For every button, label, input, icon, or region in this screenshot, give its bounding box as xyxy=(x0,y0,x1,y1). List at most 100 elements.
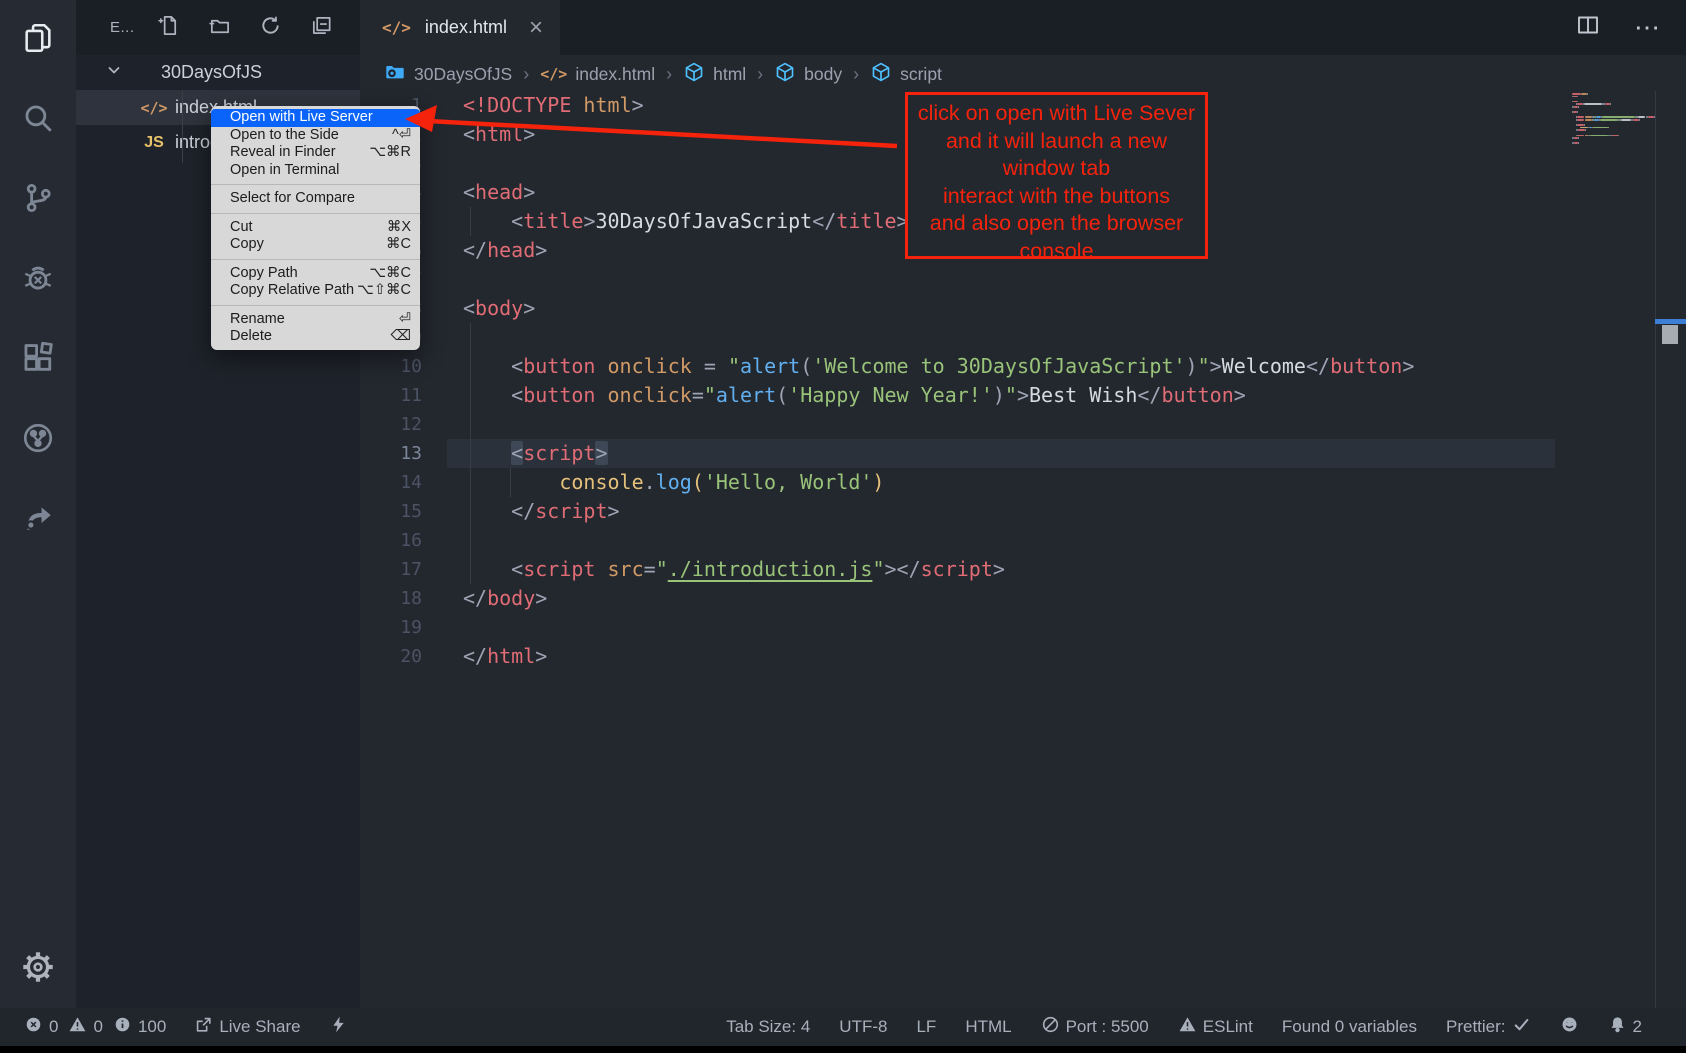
code-line-8[interactable]: 8<body> xyxy=(360,294,1686,323)
status-tab-size-4[interactable]: Tab Size: 4 xyxy=(726,1017,810,1037)
new-folder-icon[interactable] xyxy=(208,14,231,42)
status-lightning[interactable] xyxy=(329,1015,348,1039)
more-actions-icon[interactable]: ⋯ xyxy=(1634,12,1662,43)
indent-guide xyxy=(510,468,511,497)
menu-item-delete[interactable]: Delete⌫ xyxy=(211,328,420,346)
collapse-all-icon[interactable] xyxy=(310,14,333,42)
code-line-17[interactable]: 17 <script src="./introduction.js"></scr… xyxy=(360,555,1686,584)
code-line-19[interactable]: 19 xyxy=(360,613,1686,642)
status-lf[interactable]: LF xyxy=(916,1017,936,1037)
menu-item-copy-relative-path[interactable]: Copy Relative Path⌥⇧⌘C xyxy=(211,282,420,300)
code-line-20[interactable]: 20</html> xyxy=(360,642,1686,671)
tab-close-icon[interactable]: × xyxy=(529,16,543,40)
line-number: 11 xyxy=(360,381,422,410)
status-label: 100 xyxy=(138,1017,166,1037)
code-text: <html> xyxy=(463,120,535,149)
status-0[interactable]: 0 xyxy=(68,1015,102,1039)
menu-item-reveal-in-finder[interactable]: Reveal in Finder⌥⌘R xyxy=(211,144,420,162)
status-2[interactable]: 2 xyxy=(1608,1015,1642,1039)
menu-item-label: Open in Terminal xyxy=(230,162,339,180)
status-eslint[interactable]: ESLint xyxy=(1178,1015,1253,1039)
activity-remote[interactable] xyxy=(0,400,76,480)
activity-run-debug[interactable] xyxy=(0,240,76,320)
settings-gear-button[interactable] xyxy=(0,949,76,990)
menu-separator xyxy=(211,305,420,306)
split-editor-icon[interactable] xyxy=(1576,13,1600,42)
code-text: <button onclick = "alert('Welcome to 30D… xyxy=(463,352,1414,381)
breadcrumb-script[interactable]: script xyxy=(870,61,942,88)
status-100[interactable]: 100 xyxy=(113,1015,166,1039)
code-line-14[interactable]: 14 console.log('Hello, World') xyxy=(360,468,1686,497)
line-number: 13 xyxy=(360,439,422,468)
code-line-15[interactable]: 15 </script> xyxy=(360,497,1686,526)
activity-source-control[interactable] xyxy=(0,160,76,240)
menu-item-rename[interactable]: Rename⏎ xyxy=(211,311,420,329)
breadcrumb-label: index.html xyxy=(575,64,655,85)
menu-item-cut[interactable]: Cut⌘X xyxy=(211,219,420,237)
activity-explorer[interactable] xyxy=(0,0,76,80)
breadcrumb-label: body xyxy=(804,64,842,85)
code-line-11[interactable]: 11 <button onclick="alert('Happy New Yea… xyxy=(360,381,1686,410)
menu-item-select-for-compare[interactable]: Select for Compare xyxy=(211,190,420,208)
status-found-0-variables[interactable]: Found 0 variables xyxy=(1282,1017,1417,1037)
code-line-13[interactable]: 13 <script> xyxy=(360,439,1686,468)
menu-item-label: Cut xyxy=(230,219,253,237)
cube-icon xyxy=(870,61,892,88)
warning-filled-icon xyxy=(68,1015,87,1039)
menu-item-open-in-terminal[interactable]: Open in Terminal xyxy=(211,162,420,180)
minimap[interactable] xyxy=(1572,93,1656,153)
status-utf-8[interactable]: UTF-8 xyxy=(839,1017,887,1037)
tree-root-folder[interactable]: 30DaysOfJS xyxy=(76,55,360,90)
cube-icon xyxy=(774,61,796,88)
status-port-5500[interactable]: Port : 5500 xyxy=(1041,1015,1149,1039)
code-line-7[interactable]: 7 xyxy=(360,265,1686,294)
menu-item-shortcut: ⌘C xyxy=(386,236,411,254)
settings-gear-icon xyxy=(20,949,56,990)
code-line-18[interactable]: 18</body> xyxy=(360,584,1686,613)
code-line-10[interactable]: 10 <button onclick = "alert('Welcome to … xyxy=(360,352,1686,381)
status-html[interactable]: HTML xyxy=(965,1017,1011,1037)
refresh-icon[interactable] xyxy=(259,14,282,42)
status-label: UTF-8 xyxy=(839,1017,887,1037)
code-text: console.log('Hello, World') xyxy=(463,468,884,497)
cube-icon xyxy=(683,61,705,88)
menu-item-shortcut: ⌥⌘R xyxy=(369,144,411,162)
menu-item-label: Copy Path xyxy=(230,265,298,283)
tab-strip: </> index.html × ⋯ xyxy=(360,0,1686,55)
breadcrumb-label: html xyxy=(713,64,746,85)
menu-item-open-to-the-side[interactable]: Open to the Side^⏎ xyxy=(211,127,420,145)
menu-item-label: Copy Relative Path xyxy=(230,282,354,300)
html-file-icon: </> xyxy=(382,18,411,37)
line-number: 18 xyxy=(360,584,422,613)
warning-filled-icon xyxy=(1178,1015,1197,1039)
breadcrumb-html[interactable]: html xyxy=(683,61,746,88)
status-live-share[interactable]: Live Share xyxy=(194,1015,300,1039)
menu-item-copy[interactable]: Copy⌘C xyxy=(211,236,420,254)
tab-index-html[interactable]: </> index.html × xyxy=(360,0,560,55)
status-smiley[interactable] xyxy=(1560,1015,1579,1039)
activity-extensions[interactable] xyxy=(0,320,76,400)
menu-item-copy-path[interactable]: Copy Path⌥⌘C xyxy=(211,265,420,283)
code-line-9[interactable]: 9 xyxy=(360,323,1686,352)
code-line-12[interactable]: 12 xyxy=(360,410,1686,439)
breadcrumb: 30DaysOfJS›</>index.html›html›body›scrip… xyxy=(384,57,942,91)
extensions-icon xyxy=(21,341,55,380)
breadcrumb-30DaysOfJS[interactable]: 30DaysOfJS xyxy=(384,61,512,88)
menu-item-open-with-live-server[interactable]: Open with Live Server xyxy=(211,109,420,127)
code-line-16[interactable]: 16 xyxy=(360,526,1686,555)
new-file-icon[interactable] xyxy=(157,14,180,42)
code-text: <head> xyxy=(463,178,535,207)
status-0[interactable]: 0 xyxy=(24,1015,58,1039)
js-file-icon: JS xyxy=(142,134,166,152)
menu-separator xyxy=(211,184,420,185)
status-label: HTML xyxy=(965,1017,1011,1037)
explorer-title: E... xyxy=(110,19,135,36)
activity-live-share[interactable] xyxy=(0,480,76,560)
breadcrumb-index.html[interactable]: </>index.html xyxy=(540,64,655,85)
status-label: Prettier: xyxy=(1446,1017,1506,1037)
breadcrumb-body[interactable]: body xyxy=(774,61,842,88)
breadcrumb-label: 30DaysOfJS xyxy=(414,64,512,85)
status-prettier-[interactable]: Prettier: xyxy=(1446,1015,1531,1039)
annotation-line: console xyxy=(908,238,1205,266)
activity-search[interactable] xyxy=(0,80,76,160)
